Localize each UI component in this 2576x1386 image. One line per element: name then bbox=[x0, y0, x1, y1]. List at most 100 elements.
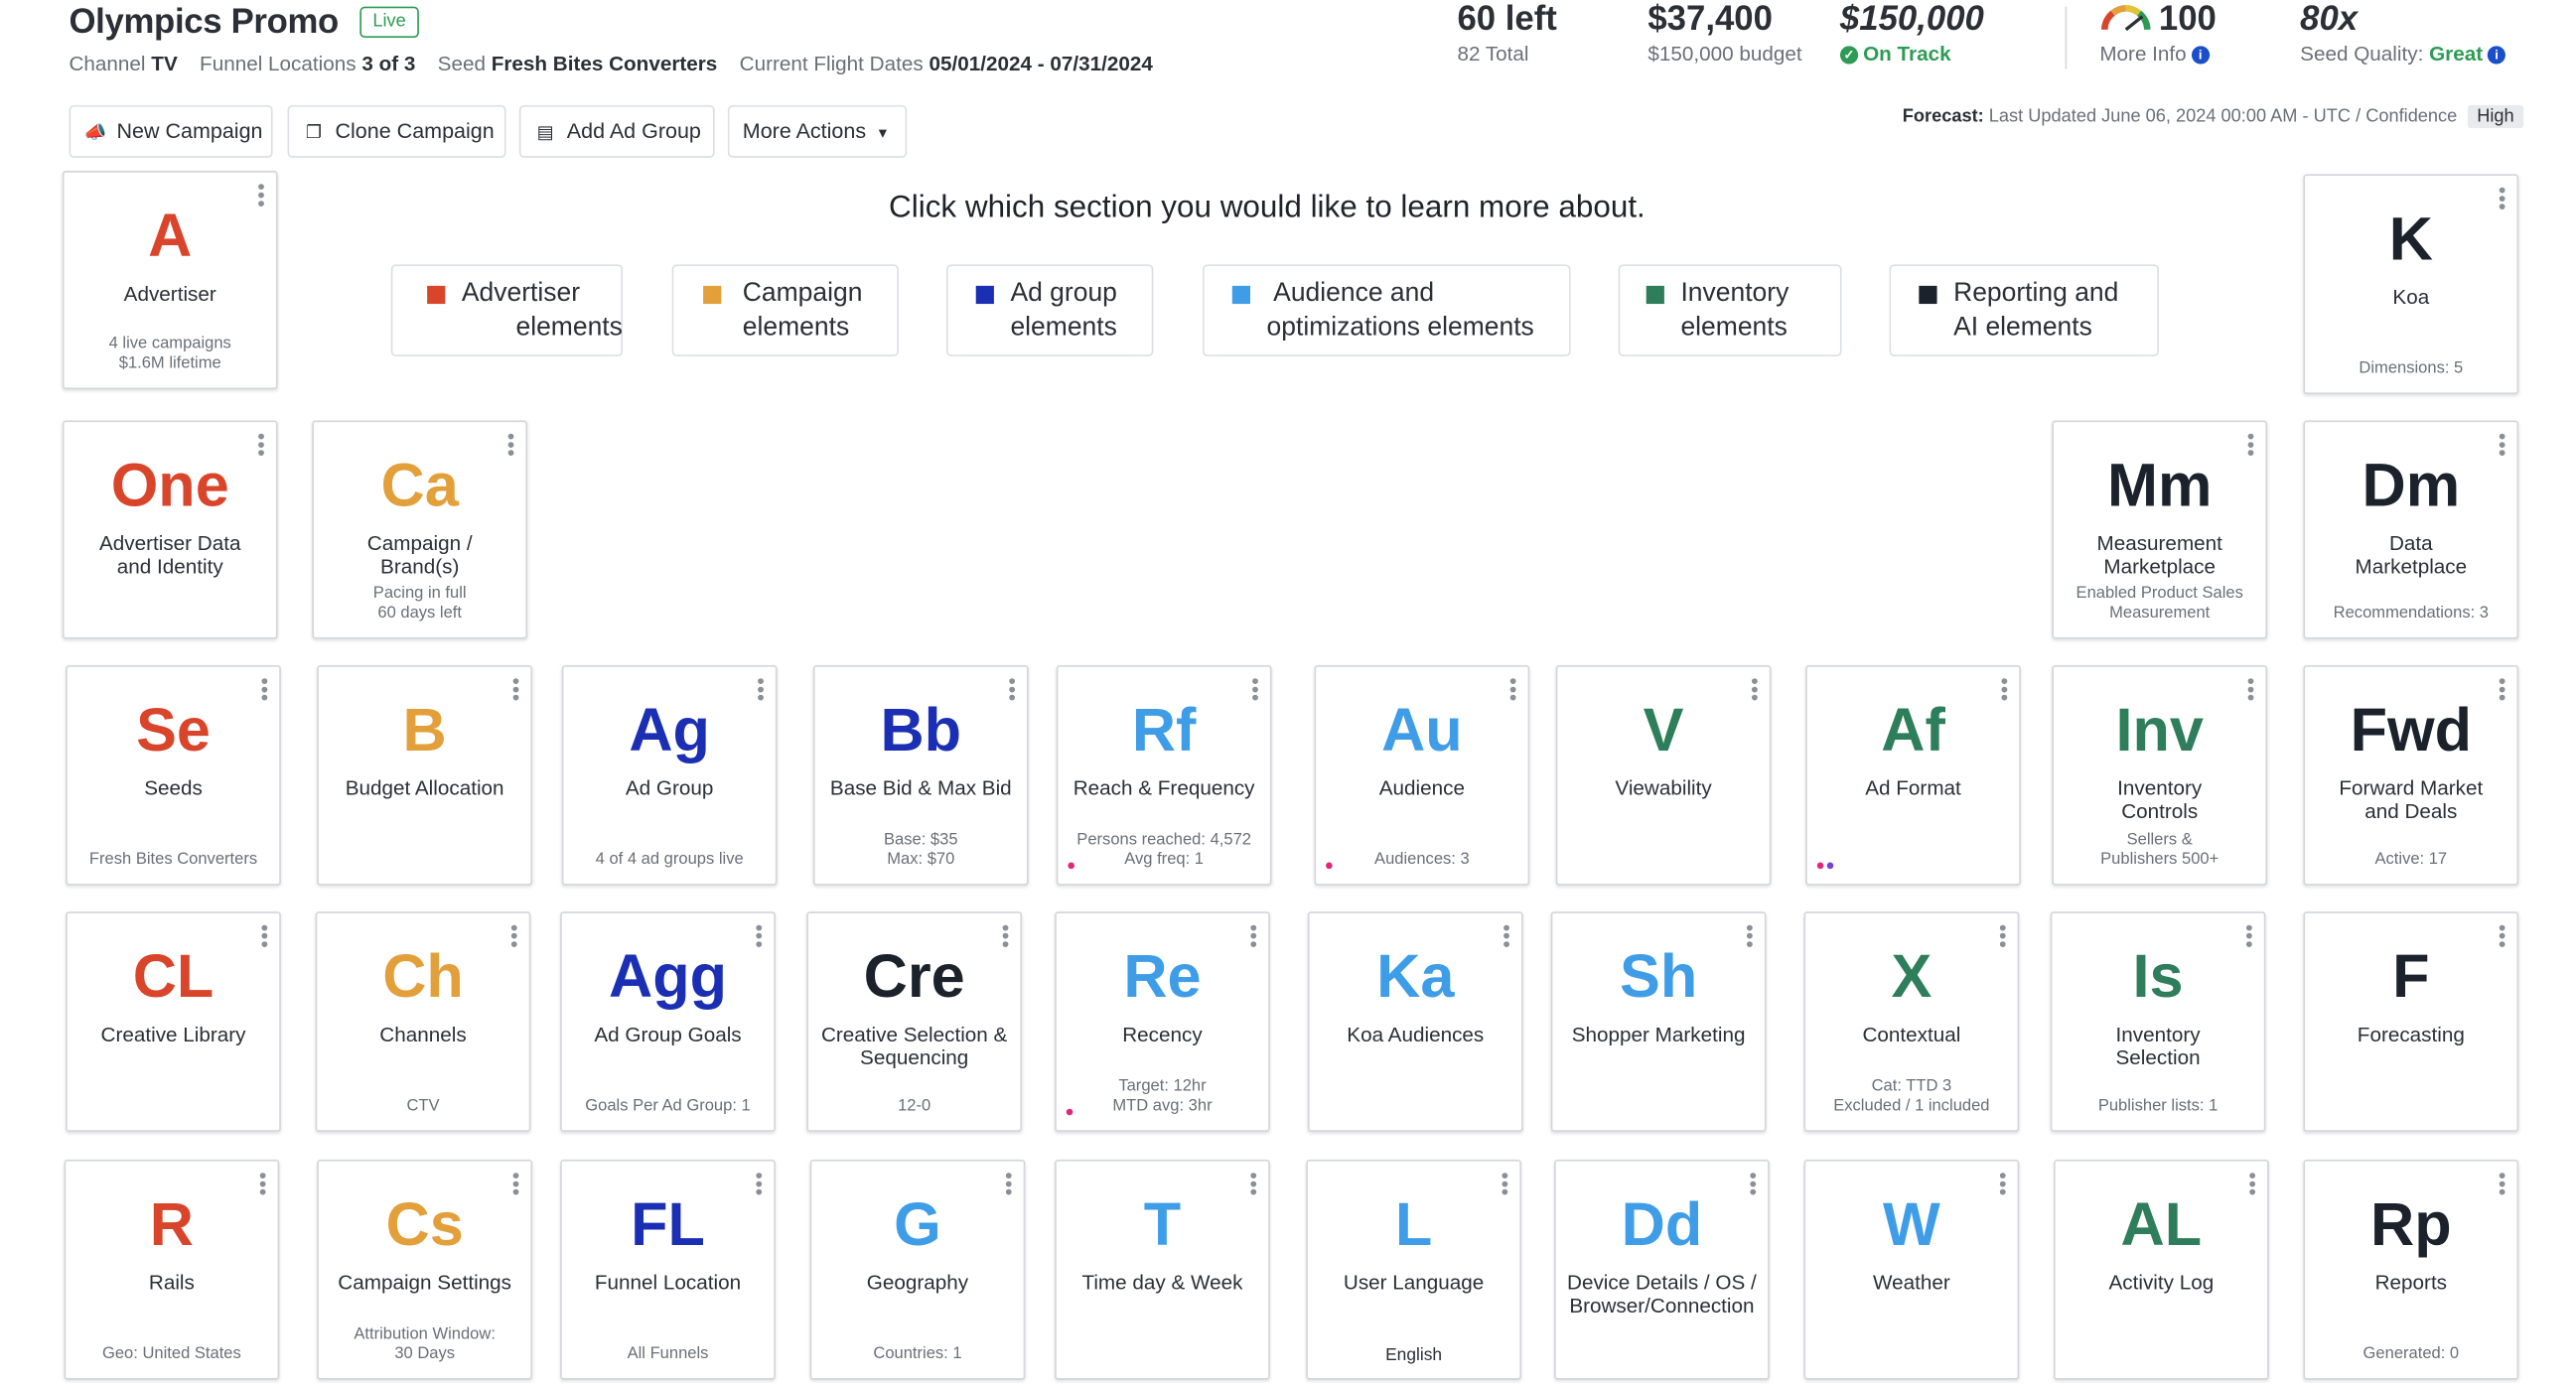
more-actions-button[interactable]: More Actions ▾ bbox=[727, 104, 908, 158]
legend-label: AI elements bbox=[1953, 313, 2092, 343]
tile-symbol: Se bbox=[136, 696, 211, 764]
info-icon: i bbox=[2191, 46, 2210, 65]
status-dot bbox=[1826, 862, 1834, 870]
more-info-link[interactable]: More Info i bbox=[2099, 43, 2217, 66]
tile-budget-allocation[interactable]: • • • B Budget Allocation bbox=[317, 665, 533, 886]
tile-campaign-settings[interactable]: • • • Cs Campaign Settings Attribution Window… bbox=[317, 1160, 533, 1380]
tile-geography[interactable]: • • • G Geography Countries: 1 bbox=[809, 1160, 1026, 1380]
new-campaign-button[interactable]: 📣 New Campaign bbox=[69, 104, 273, 158]
tile-symbol: Agg bbox=[609, 942, 728, 1011]
tile-shopper-marketing[interactable]: • • • Sh Shopper Marketing bbox=[1550, 911, 1767, 1132]
tile-viewability[interactable]: • • • V Viewability bbox=[1555, 665, 1772, 886]
tile-campaign-brand-s[interactable]: • • • Ca Campaign / Brand(s) Pacing in full 60 … bbox=[312, 420, 528, 639]
tile-name: Inventory Selection bbox=[2115, 1023, 2201, 1070]
tile-symbol: Af bbox=[1881, 696, 1945, 764]
clone-campaign-button[interactable]: ❐ Clone Campaign bbox=[287, 104, 506, 158]
tile-name: Geography bbox=[866, 1271, 969, 1295]
legend-advertiser-button[interactable]: Advertiser elements bbox=[390, 264, 624, 357]
budget-status: ✓ On Track bbox=[1839, 43, 1984, 67]
tile-symbol: X bbox=[1891, 942, 1932, 1011]
tile-user-language[interactable]: • • • L User Language English bbox=[1306, 1160, 1521, 1380]
tile-symbol: Inv bbox=[2115, 696, 2204, 764]
tile-name: Channels bbox=[379, 1023, 467, 1046]
tile-symbol: V bbox=[1643, 696, 1684, 764]
tile-info: CTV bbox=[406, 1097, 440, 1116]
legend-label: Advertiser bbox=[461, 279, 581, 308]
legend-swatch bbox=[975, 285, 994, 305]
tile-name: Rails bbox=[148, 1271, 195, 1295]
seed-label: Seed bbox=[437, 52, 486, 76]
tile-time-day-week[interactable]: • • • T Time day & Week bbox=[1055, 1160, 1270, 1380]
tile-creative-library[interactable]: • • • CL Creative Library bbox=[66, 911, 281, 1132]
tile-symbol: Dm bbox=[2361, 451, 2461, 519]
tile-advertiser[interactable]: • • • A Advertiser 4 live campaigns $1.6M life… bbox=[62, 171, 278, 390]
tile-forecasting[interactable]: • • • F Forecasting bbox=[2303, 911, 2519, 1132]
tile-inventory-selection[interactable]: • • • Is Inventory Selection Publisher lists: … bbox=[2050, 911, 2266, 1132]
tile-ad-group-goals[interactable]: • • • Agg Ad Group Goals Goals Per Ad Group: … bbox=[560, 911, 776, 1132]
tile-symbol: F bbox=[2392, 942, 2430, 1011]
tile-name: Measurement Marketplace bbox=[2096, 532, 2222, 579]
tile-channels[interactable]: • • • Ch Channels CTV bbox=[315, 911, 531, 1132]
add-ad-group-button[interactable]: ▤ Add Ad Group bbox=[518, 104, 715, 158]
tile-name: Budget Allocation bbox=[345, 776, 504, 800]
legend-reporting-button[interactable]: Reporting and AI elements bbox=[1889, 264, 2159, 357]
tile-advertiser-data-and-identity[interactable]: • • • One Advertiser Data and Identity bbox=[62, 420, 278, 639]
tile-ad-format[interactable]: • • • Af Ad Format bbox=[1805, 665, 2021, 886]
tile-info: Pacing in full 60 days left bbox=[372, 584, 467, 624]
tile-rails[interactable]: • • • R Rails Geo: United States bbox=[64, 1160, 280, 1380]
tile-info: 12-0 bbox=[898, 1097, 931, 1116]
seed-quality-label: Seed Quality: bbox=[2300, 43, 2424, 67]
tile-name: Time day & Week bbox=[1081, 1271, 1243, 1295]
tile-name: Forecasting bbox=[2357, 1023, 2465, 1046]
tile-base-bid-max-bid[interactable]: • • • Bb Base Bid & Max Bid Base: $35 Max: $70 bbox=[812, 665, 1029, 886]
confidence-label: Confidence bbox=[2365, 106, 2458, 127]
tile-koa[interactable]: • • • K Koa Dimensions: 5 bbox=[2303, 174, 2519, 395]
budget-status-label: On Track bbox=[1863, 43, 1951, 67]
info-icon[interactable]: i bbox=[2488, 46, 2506, 65]
flight-value: 05/01/2024 - 07/31/2024 bbox=[929, 52, 1153, 76]
tile-name: Koa Audiences bbox=[1347, 1023, 1485, 1046]
tile-audience[interactable]: • • • Au Audience Audiences: 3 bbox=[1314, 665, 1530, 886]
legend-campaign-button[interactable]: Campaign elements bbox=[671, 264, 899, 357]
tile-recency[interactable]: • • • Re Recency Target: 12hr MTD avg: 3hr bbox=[1055, 911, 1270, 1132]
tile-symbol: T bbox=[1143, 1190, 1182, 1259]
status-dot bbox=[1068, 862, 1074, 870]
confidence-badge: High bbox=[2467, 104, 2524, 129]
legend-label: Audience and bbox=[1273, 279, 1435, 308]
legend-label: elements bbox=[742, 313, 850, 343]
legend-ad-group-button[interactable]: Ad group elements bbox=[945, 264, 1154, 357]
tile-device-details-os-browser-connection[interactable]: • • • Dd Device Details / OS / Browser/Connec… bbox=[1554, 1160, 1770, 1380]
legend-inventory-button[interactable]: Inventory elements bbox=[1618, 264, 1842, 357]
remaining-stat: 60 left 82 Total bbox=[1457, 0, 1556, 66]
legend-label: optimizations elements bbox=[1266, 313, 1534, 343]
tile-activity-log[interactable]: • • • AL Activity Log bbox=[2054, 1160, 2269, 1380]
tile-name: Creative Library bbox=[100, 1023, 246, 1046]
tile-info: Countries: 1 bbox=[873, 1344, 962, 1364]
tile-koa-audiences[interactable]: • • • Ka Koa Audiences bbox=[1307, 911, 1523, 1132]
tile-seeds[interactable]: • • • Se Seeds Fresh Bites Converters bbox=[66, 665, 281, 886]
tile-reach-frequency[interactable]: • • • Rf Reach & Frequency Persons reached: 4… bbox=[1056, 665, 1272, 886]
tile-forward-market-and-deals[interactable]: • • • Fwd Forward Market and Deals Active: 17 bbox=[2303, 665, 2519, 886]
tile-ad-group[interactable]: • • • Ag Ad Group 4 of 4 ad groups live bbox=[561, 665, 778, 886]
tile-symbol: G bbox=[894, 1190, 941, 1259]
tile-reports[interactable]: • • • Rp Reports Generated: 0 bbox=[2303, 1160, 2519, 1380]
tile-weather[interactable]: • • • W Weather bbox=[1803, 1160, 2020, 1380]
tile-symbol: One bbox=[110, 451, 229, 519]
legend-audience-button[interactable]: Audience and optimizations elements bbox=[1203, 264, 1571, 357]
status-dot bbox=[1326, 862, 1333, 870]
legend-label: Campaign bbox=[742, 279, 863, 308]
tile-info: Base: $35 Max: $70 bbox=[884, 831, 958, 870]
tile-funnel-location[interactable]: • • • FL Funnel Location All Funnels bbox=[560, 1160, 776, 1380]
tile-inventory-controls[interactable]: • • • Inv Inventory Controls Sellers & Publishe… bbox=[2052, 665, 2268, 886]
tile-measurement-marketplace[interactable]: • • • Mm Measurement Marketplace Enabled Produ… bbox=[2052, 420, 2268, 639]
tile-symbol: B bbox=[402, 696, 447, 764]
tile-symbol: K bbox=[2388, 205, 2433, 273]
tile-data-marketplace[interactable]: • • • Dm Data Marketplace Recommendations: 3 bbox=[2303, 420, 2519, 639]
tile-name: Ad Group bbox=[625, 776, 714, 800]
gauge-icon bbox=[2100, 4, 2151, 32]
score-stat[interactable]: 100 More Info i bbox=[2099, 0, 2217, 66]
tile-info: 4 live campaigns $1.6M lifetime bbox=[108, 335, 231, 373]
tile-creative-selection-sequencing[interactable]: • • • Cre Creative Selection & Sequencing 12-0 bbox=[806, 911, 1023, 1132]
tile-name: Contextual bbox=[1862, 1023, 1961, 1046]
tile-contextual[interactable]: • • • X Contextual Cat: TTD 3 Excluded / 1 inc… bbox=[1803, 911, 2020, 1132]
